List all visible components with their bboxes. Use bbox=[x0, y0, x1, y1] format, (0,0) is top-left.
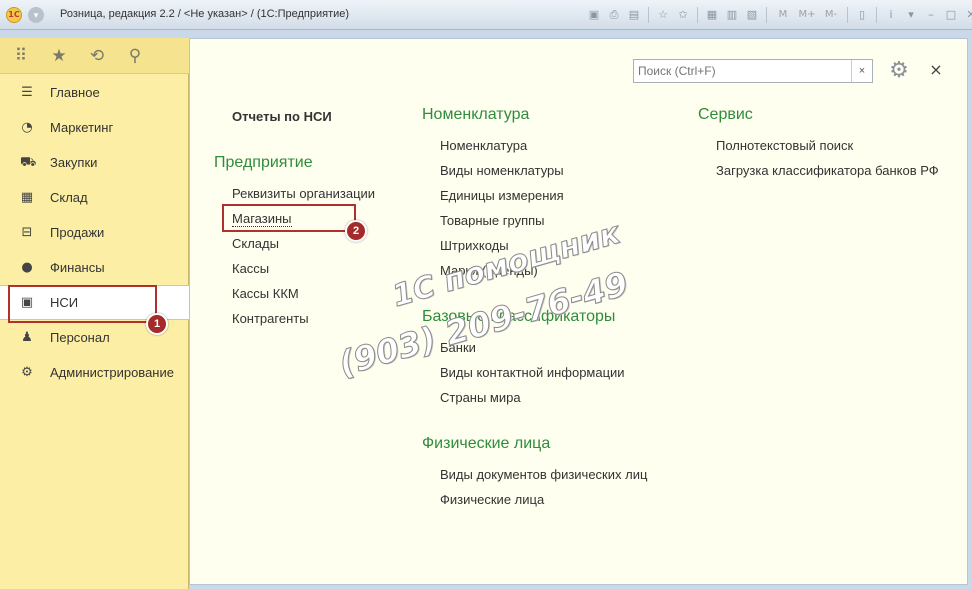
link-organization-details[interactable]: Реквизиты организации bbox=[232, 186, 375, 201]
memory-minus-button[interactable]: M- bbox=[819, 7, 843, 23]
group-title-nomenclature: Номенклатура bbox=[422, 106, 530, 123]
toolbar-divider bbox=[876, 7, 877, 23]
link-world-countries[interactable]: Страны мира bbox=[440, 390, 521, 405]
warehouse-icon: ▦ bbox=[20, 189, 34, 205]
compare-icon[interactable]: ▧ bbox=[742, 7, 762, 23]
ruble-icon: ● bbox=[21, 259, 33, 275]
close-icon[interactable]: × bbox=[927, 60, 945, 80]
favorites-icon[interactable]: ✩ bbox=[673, 7, 693, 23]
annotation-highlight-stores bbox=[222, 204, 356, 232]
info-dropdown-icon[interactable]: ▾ bbox=[901, 7, 921, 23]
link-fulltext-search[interactable]: Полнотекстовый поиск bbox=[716, 138, 853, 153]
toolbar-divider bbox=[847, 7, 848, 23]
sidebar-item-label: Администрирование bbox=[50, 365, 174, 380]
toolbar-divider bbox=[648, 7, 649, 23]
panel-layout-icon[interactable]: ▯ bbox=[852, 7, 872, 23]
titlebar-toolbar: ▣ ⎙ ▤ ☆ ✩ ▦ ▥ ▧ M M+ M- ▯ i ▾ – □ ✕ bbox=[584, 7, 972, 23]
sidebar-item-label: Финансы bbox=[50, 260, 105, 275]
apps-grid-icon[interactable]: ⠿ bbox=[12, 47, 30, 65]
link-cash-desks[interactable]: Кассы bbox=[232, 261, 269, 276]
maximize-button[interactable]: □ bbox=[941, 7, 961, 23]
toolbar-divider bbox=[766, 7, 767, 23]
window-titlebar: 1С ▾ Розница, редакция 2.2 / <Не указан>… bbox=[0, 0, 972, 30]
annotation-badge-1: 1 bbox=[146, 313, 168, 335]
sidebar-item-main[interactable]: ☰ Главное bbox=[0, 75, 189, 110]
minimize-button[interactable]: – bbox=[921, 7, 941, 23]
favorite-add-icon[interactable]: ☆ bbox=[653, 7, 673, 23]
link-brands[interactable]: Марки (Бренды) bbox=[440, 263, 538, 278]
person-icon: ♟ bbox=[21, 329, 33, 345]
link-product-groups[interactable]: Товарные группы bbox=[440, 213, 545, 228]
group-title-enterprise: Предприятие bbox=[214, 154, 313, 171]
reports-link[interactable]: Отчеты по НСИ bbox=[232, 109, 332, 124]
sidebar-item-label: Закупки bbox=[50, 155, 98, 170]
print-icon[interactable]: ⎙ bbox=[604, 7, 624, 23]
link-nomenclature-types[interactable]: Виды номенклатуры bbox=[440, 163, 564, 178]
sidebar-item-label: Маркетинг bbox=[50, 120, 114, 135]
cart-icon: ⛟ bbox=[20, 154, 37, 170]
group-title-individuals: Физические лица bbox=[422, 435, 551, 452]
close-window-button[interactable]: ✕ bbox=[961, 7, 972, 23]
link-individual-document-types[interactable]: Виды документов физических лиц bbox=[440, 467, 647, 482]
annotation-badge-2: 2 bbox=[345, 220, 367, 242]
sidebar-toolbar: ⠿ ★ ⟲ ⚲ bbox=[0, 38, 189, 74]
sections-list: ☰ Главное ◔ Маркетинг ⛟ Закупки ▦ Склад … bbox=[0, 75, 189, 390]
sidebar-item-label: Главное bbox=[50, 85, 100, 100]
link-units[interactable]: Единицы измерения bbox=[440, 188, 564, 203]
link-individuals[interactable]: Физические лица bbox=[440, 492, 544, 507]
group-title-base-classifiers: Базовые классификаторы bbox=[422, 308, 616, 325]
link-warehouses[interactable]: Склады bbox=[232, 236, 279, 251]
basket-icon: ⊟ bbox=[21, 224, 33, 240]
link-contact-info-types[interactable]: Виды контактной информации bbox=[440, 365, 625, 380]
toolbar-divider bbox=[697, 7, 698, 23]
app-logo-icon[interactable]: 1С bbox=[6, 7, 22, 23]
memory-m-button[interactable]: M bbox=[771, 7, 795, 23]
sidebar-item-label: Персонал bbox=[50, 330, 110, 345]
search-input[interactable] bbox=[634, 60, 852, 82]
menu-lines-icon: ☰ bbox=[21, 84, 33, 100]
window-title: Розница, редакция 2.2 / <Не указан> / (1… bbox=[60, 8, 350, 20]
memory-plus-button[interactable]: M+ bbox=[795, 7, 819, 23]
sidebar-item-label: Склад bbox=[50, 190, 88, 205]
calculator-icon[interactable]: ▥ bbox=[722, 7, 742, 23]
sidebar-item-label: Продажи bbox=[50, 225, 105, 240]
preview-icon[interactable]: ▤ bbox=[624, 7, 644, 23]
sidebar-item-warehouse[interactable]: ▦ Склад bbox=[0, 180, 189, 215]
pie-chart-icon: ◔ bbox=[21, 119, 33, 135]
link-kkm-cash-desks[interactable]: Кассы ККМ bbox=[232, 286, 299, 301]
link-nomenclature[interactable]: Номенклатура bbox=[440, 138, 527, 153]
sidebar-item-administration[interactable]: ⚙ Администрирование bbox=[0, 355, 189, 390]
annotation-highlight-nsi bbox=[8, 285, 157, 323]
info-icon[interactable]: i bbox=[881, 7, 901, 23]
app-menu-button[interactable]: ▾ bbox=[28, 7, 44, 23]
search-clear-button[interactable]: × bbox=[851, 60, 872, 82]
search-field: × bbox=[633, 59, 873, 83]
link-barcodes[interactable]: Штрихкоды bbox=[440, 238, 509, 253]
star-icon[interactable]: ★ bbox=[50, 47, 68, 65]
sidebar-item-finance[interactable]: ● Финансы bbox=[0, 250, 189, 285]
sidebar-item-marketing[interactable]: ◔ Маркетинг bbox=[0, 110, 189, 145]
section-content-panel: × ⚙ × Отчеты по НСИ Предприятие Реквизит… bbox=[189, 38, 968, 585]
link-load-bank-classifier[interactable]: Загрузка классификатора банков РФ bbox=[716, 163, 939, 178]
group-title-service: Сервис bbox=[698, 106, 753, 123]
save-icon[interactable]: ▣ bbox=[584, 7, 604, 23]
link-counterparties[interactable]: Контрагенты bbox=[232, 311, 309, 326]
sidebar-item-sales[interactable]: ⊟ Продажи bbox=[0, 215, 189, 250]
calendar-icon[interactable]: ▦ bbox=[702, 7, 722, 23]
search-icon[interactable]: ⚲ bbox=[126, 47, 144, 65]
history-icon[interactable]: ⟲ bbox=[88, 47, 106, 65]
gears-icon: ⚙ bbox=[21, 364, 33, 380]
link-banks[interactable]: Банки bbox=[440, 340, 476, 355]
sidebar-item-purchases[interactable]: ⛟ Закупки bbox=[0, 145, 189, 180]
gear-icon[interactable]: ⚙ bbox=[885, 58, 913, 84]
